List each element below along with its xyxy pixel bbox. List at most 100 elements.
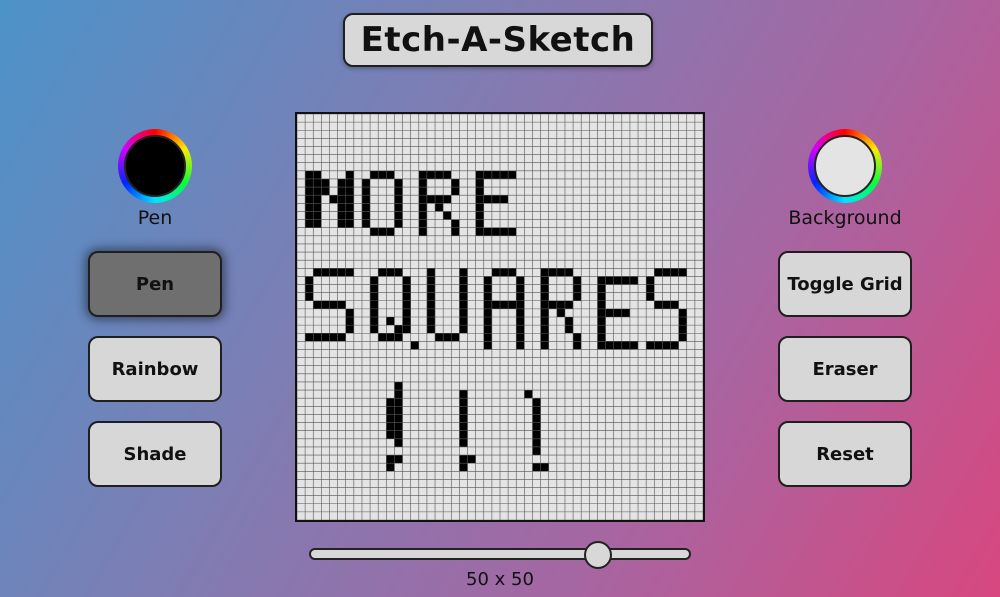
filled-cell xyxy=(646,276,655,285)
grid-size-slider-track[interactable] xyxy=(309,548,691,560)
filled-cell xyxy=(418,203,427,212)
filled-cell xyxy=(516,292,525,301)
eraser-button[interactable]: Eraser xyxy=(778,336,912,402)
filled-cell xyxy=(345,170,354,179)
filled-cell xyxy=(418,170,427,179)
filled-cell xyxy=(508,300,517,309)
filled-cell xyxy=(597,276,606,285)
filled-cell xyxy=(597,341,606,350)
filled-cell xyxy=(605,308,614,317)
filled-cell xyxy=(386,227,395,236)
filled-cell xyxy=(386,268,395,277)
filled-cell xyxy=(459,430,468,439)
filled-cell xyxy=(402,308,411,317)
filled-cell xyxy=(426,300,436,309)
filled-cell xyxy=(426,325,436,334)
filled-cell xyxy=(394,268,403,277)
filled-cell xyxy=(662,341,671,350)
filled-cell xyxy=(629,341,639,350)
filled-cell xyxy=(629,276,639,285)
filled-cell xyxy=(394,438,403,447)
filled-cell xyxy=(451,187,460,196)
filled-cell xyxy=(508,268,517,277)
filled-cell xyxy=(475,203,484,212)
filled-cell xyxy=(483,300,492,309)
filled-cell xyxy=(305,276,314,285)
background-color-picker[interactable] xyxy=(808,129,882,203)
filled-cell xyxy=(597,284,606,293)
filled-cell xyxy=(548,268,557,277)
filled-cell xyxy=(443,333,452,342)
filled-cell xyxy=(573,276,582,285)
filled-cell xyxy=(345,178,354,188)
filled-cell xyxy=(475,187,484,196)
filled-cell xyxy=(345,308,354,317)
filled-cell xyxy=(321,187,330,196)
filled-cell xyxy=(410,341,419,350)
filled-cell xyxy=(370,227,379,236)
filled-cell xyxy=(459,268,468,277)
pen-color-label: Pen xyxy=(137,207,173,229)
filled-cell xyxy=(337,333,346,342)
filled-cell xyxy=(313,195,322,204)
grid-size-slider-thumb[interactable] xyxy=(584,541,612,569)
filled-cell xyxy=(516,341,525,350)
filled-cell xyxy=(386,170,395,179)
filled-cell xyxy=(305,178,314,188)
filled-cell xyxy=(516,333,525,342)
filled-cell xyxy=(678,317,687,326)
shade-mode-button[interactable]: Shade xyxy=(88,421,222,487)
pen-color-picker[interactable] xyxy=(118,129,192,203)
filled-cell xyxy=(483,317,492,326)
sketch-grid[interactable] xyxy=(295,112,705,522)
filled-cell xyxy=(597,300,606,309)
sketch-grid-canvas[interactable] xyxy=(297,114,703,520)
filled-cell xyxy=(386,317,395,326)
reset-button[interactable]: Reset xyxy=(778,421,912,487)
filled-cell xyxy=(475,195,484,204)
filled-cell xyxy=(516,276,525,285)
filled-cell xyxy=(564,300,574,309)
filled-cell xyxy=(370,276,379,285)
filled-cell xyxy=(678,325,687,334)
filled-cell xyxy=(500,300,509,309)
filled-cell xyxy=(678,308,687,317)
filled-cell xyxy=(540,325,549,334)
filled-cell xyxy=(321,300,330,309)
filled-cell xyxy=(483,276,492,285)
filled-cell xyxy=(386,430,395,439)
filled-cell xyxy=(532,430,541,439)
toggle-grid-button[interactable]: Toggle Grid xyxy=(778,251,912,317)
filled-cell xyxy=(451,227,460,236)
filled-cell xyxy=(345,203,354,212)
filled-cell xyxy=(516,300,525,309)
filled-cell xyxy=(337,268,346,277)
filled-cell xyxy=(426,317,436,326)
filled-cell xyxy=(613,276,622,285)
filled-cell xyxy=(459,455,468,464)
filled-cell xyxy=(532,446,541,456)
filled-cell xyxy=(662,268,671,277)
filled-cell xyxy=(337,219,346,228)
filled-cell xyxy=(597,317,606,326)
filled-cell xyxy=(548,300,557,309)
filled-cell xyxy=(573,292,582,301)
filled-cell xyxy=(556,268,565,277)
filled-cell xyxy=(418,178,427,188)
filled-cell xyxy=(361,187,371,196)
filled-cell xyxy=(646,284,655,293)
rainbow-mode-button[interactable]: Rainbow xyxy=(88,336,222,402)
filled-cell xyxy=(540,276,549,285)
filled-cell xyxy=(370,317,379,326)
filled-cell xyxy=(370,284,379,293)
filled-cell xyxy=(540,292,549,301)
pen-mode-button[interactable]: Pen xyxy=(88,251,222,317)
filled-cell xyxy=(516,284,525,293)
filled-cell xyxy=(418,187,427,196)
filled-cell xyxy=(394,381,403,391)
filled-cell xyxy=(361,203,371,212)
filled-cell xyxy=(313,333,322,342)
filled-cell xyxy=(305,187,314,196)
filled-cell xyxy=(378,227,387,236)
filled-cell xyxy=(386,406,395,415)
